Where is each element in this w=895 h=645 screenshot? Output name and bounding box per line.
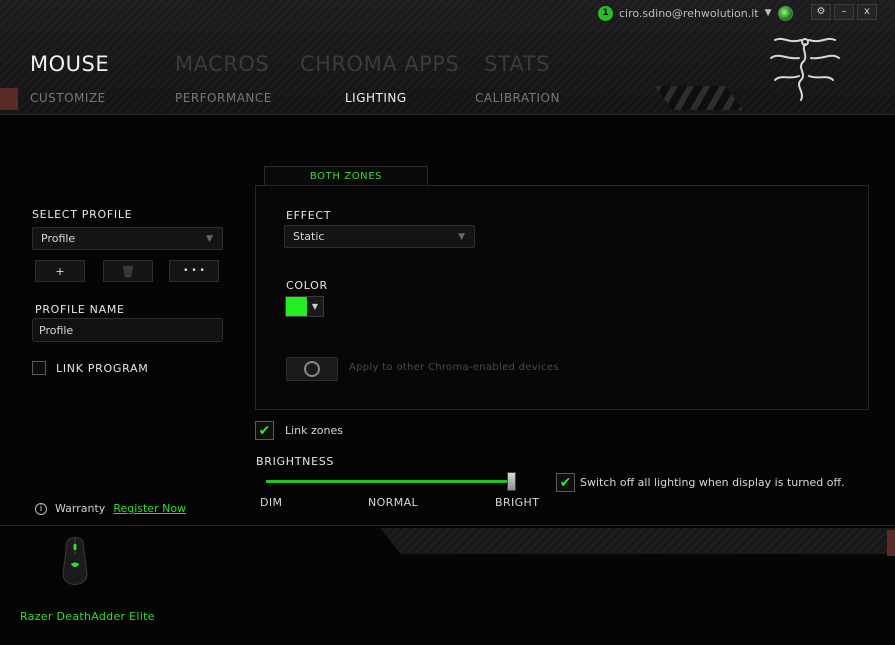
chevron-down-icon: ▼	[458, 232, 465, 242]
more-options-button[interactable]: • • •	[169, 260, 219, 282]
window-controls: ⚙ – x	[811, 4, 877, 20]
subtab-customize[interactable]: CUSTOMIZE	[30, 91, 106, 105]
profile-dropdown[interactable]: Profile ▼	[32, 227, 223, 250]
bright-label: BRIGHT	[495, 496, 540, 509]
link-program-checkbox[interactable]	[32, 361, 46, 375]
dim-label: DIM	[260, 496, 283, 509]
info-icon: i	[35, 502, 47, 515]
link-program-label: LINK PROGRAM	[56, 362, 149, 375]
warranty-row: i Warranty Register Now	[35, 502, 186, 515]
color-label: COLOR	[286, 279, 328, 292]
tab-both-zones[interactable]: BOTH ZONES	[264, 166, 428, 186]
tab-stats[interactable]: STATS	[484, 52, 550, 76]
profile-name-label: PROFILE NAME	[35, 303, 125, 316]
notification-badge[interactable]: 1	[598, 5, 613, 21]
apply-chroma-toggle[interactable]	[286, 357, 338, 381]
subtab-lighting[interactable]: LIGHTING	[345, 91, 407, 105]
power-icon	[304, 361, 320, 377]
subtab-calibration[interactable]: CALIBRATION	[475, 91, 560, 105]
warranty-label: Warranty	[55, 502, 106, 515]
online-status-icon	[777, 5, 793, 21]
profile-panel: SELECT PROFILE Profile ▼	[32, 208, 232, 250]
normal-label: NORMAL	[368, 496, 419, 509]
user-email[interactable]: ciro.sdino@rehwolution.it	[619, 7, 759, 20]
link-zones-label: Link zones	[285, 424, 343, 437]
effect-label: EFFECT	[286, 209, 332, 222]
lighting-panel	[255, 185, 869, 410]
user-area[interactable]: 1 ciro.sdino@rehwolution.it ▼	[598, 4, 793, 22]
register-now-link[interactable]: Register Now	[113, 502, 186, 515]
footer-stripe	[380, 528, 895, 554]
close-button[interactable]: x	[857, 4, 877, 20]
apply-chroma-label: Apply to other Chroma-enabled devices	[349, 362, 559, 373]
brightness-slider-track[interactable]	[266, 480, 512, 483]
effect-dropdown-value: Static	[293, 230, 325, 243]
tab-mouse[interactable]: MOUSE	[30, 52, 109, 76]
effect-dropdown[interactable]: Static ▼	[284, 225, 475, 248]
profile-name-input[interactable]: Profile	[32, 318, 223, 342]
switch-off-lighting-label: Switch off all lighting when display is …	[580, 476, 845, 489]
razer-logo-icon	[770, 37, 840, 101]
tab-chroma-apps[interactable]: CHROMA APPS	[300, 52, 459, 76]
decorative-stripe	[887, 530, 895, 556]
delete-profile-button[interactable]: 🗑	[103, 260, 153, 282]
add-profile-button[interactable]: +	[35, 260, 85, 282]
minimize-button[interactable]: –	[834, 4, 854, 20]
select-profile-label: SELECT PROFILE	[32, 208, 133, 221]
decorative-stripe	[0, 88, 18, 110]
mouse-device-icon[interactable]	[55, 534, 95, 594]
footer-divider	[0, 525, 895, 526]
subtab-performance[interactable]: PERFORMANCE	[175, 91, 272, 105]
switch-off-lighting-checkbox[interactable]: ✔	[556, 473, 575, 492]
chevron-down-icon[interactable]: ▼	[765, 8, 772, 18]
tab-macros[interactable]: MACROS	[175, 52, 269, 76]
brightness-slider-handle[interactable]	[507, 472, 516, 491]
color-picker[interactable]: ▼	[285, 296, 324, 317]
device-name[interactable]: Razer DeathAdder Elite	[20, 610, 155, 623]
chevron-down-icon[interactable]: ▼	[307, 297, 323, 316]
settings-button[interactable]: ⚙	[811, 4, 831, 20]
brightness-label: BRIGHTNESS	[256, 455, 335, 468]
chevron-down-icon: ▼	[206, 234, 213, 244]
link-zones-checkbox[interactable]: ✔	[255, 421, 274, 440]
profile-dropdown-value: Profile	[41, 232, 76, 245]
color-swatch[interactable]	[286, 297, 307, 316]
